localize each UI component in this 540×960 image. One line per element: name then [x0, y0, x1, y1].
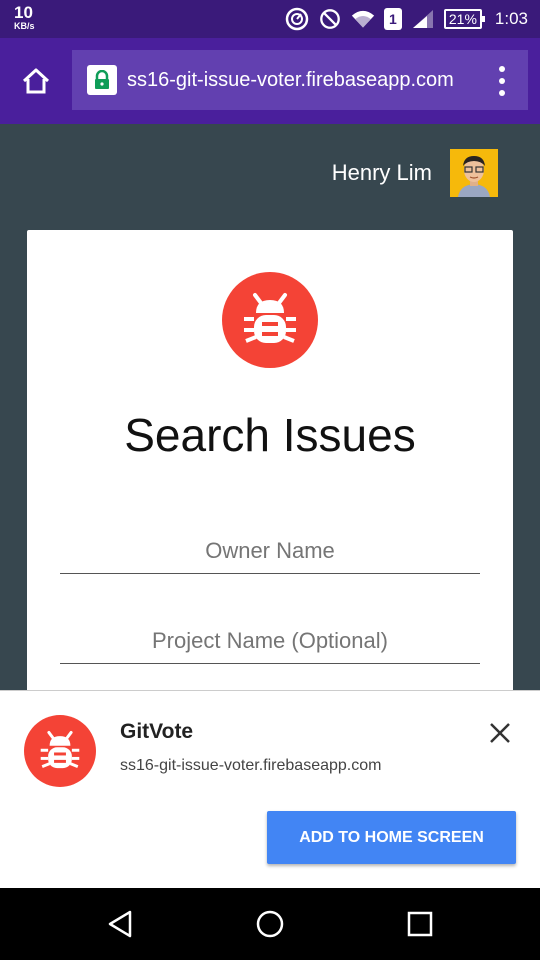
battery-indicator: 21%	[443, 9, 485, 29]
clock: 1:03	[494, 9, 528, 28]
page-title: Search Issues	[124, 409, 416, 461]
recents-icon[interactable]	[402, 906, 438, 942]
signal-icon	[411, 7, 435, 31]
url-text[interactable]: ss16-git-issue-voter.firebaseapp.com	[127, 69, 477, 92]
user-name: Henry Lim	[331, 160, 432, 185]
banner-app-url: ss16-git-issue-voter.firebaseapp.com	[120, 757, 382, 774]
overflow-menu-icon[interactable]	[496, 66, 508, 96]
home-nav-icon[interactable]	[252, 906, 288, 942]
address-bar[interactable]: ss16-git-issue-voter.firebaseapp.com	[72, 50, 528, 110]
lock-icon[interactable]	[87, 65, 117, 95]
home-button[interactable]	[16, 61, 56, 101]
system-nav-bar	[0, 888, 540, 960]
bug-logo-icon	[222, 272, 318, 368]
do-not-disturb-icon	[318, 7, 342, 31]
install-banner: GitVote ss16-git-issue-voter.firebaseapp…	[0, 690, 540, 888]
close-icon[interactable]	[488, 721, 512, 745]
banner-app-name: GitVote	[120, 720, 194, 743]
network-speed: 10 KB/s	[14, 4, 35, 31]
browser-toolbar: ss16-git-issue-voter.firebaseapp.com	[0, 38, 540, 124]
avatar[interactable]	[450, 149, 498, 197]
network-speed-value: 10	[14, 3, 33, 22]
app-logo-icon	[24, 715, 96, 787]
home-icon	[22, 68, 50, 94]
owner-name-input[interactable]	[60, 528, 480, 574]
add-to-home-screen-button[interactable]: ADD TO HOME SCREEN	[267, 811, 516, 864]
network-speed-unit: KB/s	[14, 21, 35, 31]
status-bar: 10 KB/s 1 21% 1:03	[0, 0, 540, 38]
project-name-input[interactable]	[60, 618, 480, 664]
back-icon[interactable]	[102, 906, 138, 942]
wifi-icon	[351, 7, 375, 31]
search-card: Search Issues	[27, 230, 513, 710]
sim-slot-badge: 1	[383, 8, 402, 30]
data-saver-icon	[285, 7, 309, 31]
